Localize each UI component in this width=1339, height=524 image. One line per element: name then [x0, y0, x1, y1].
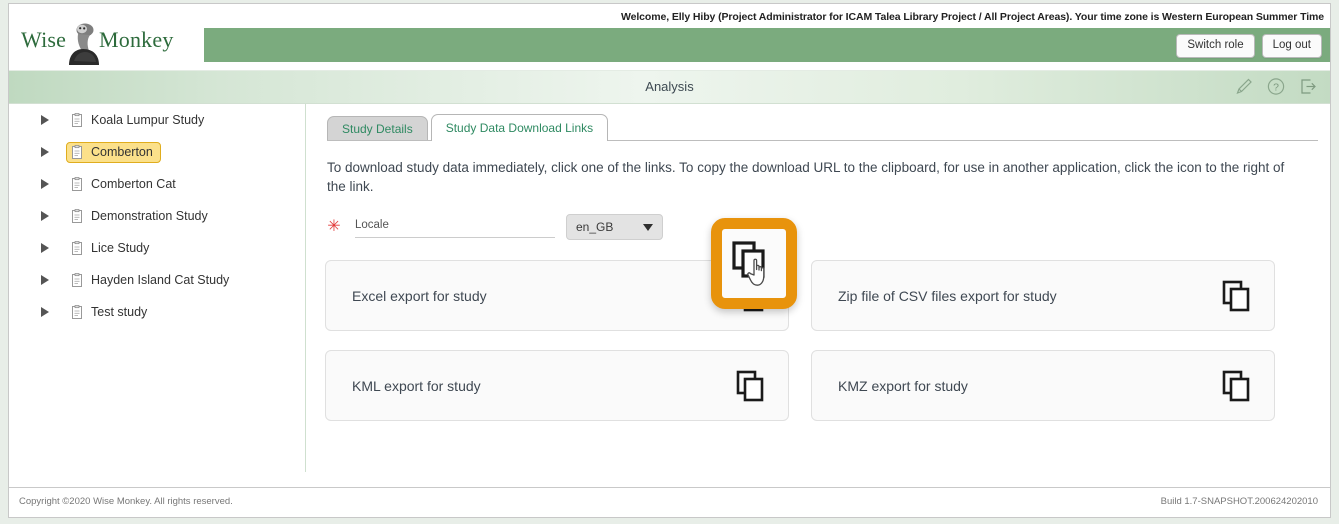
chevron-down-icon[interactable] — [643, 223, 653, 231]
study-icon — [72, 208, 82, 223]
expand-arrow-icon[interactable] — [41, 275, 49, 285]
help-icon[interactable]: ? — [1266, 76, 1286, 97]
build-version-text: Build 1.7-SNAPSHOT.200624202010 — [1160, 496, 1318, 507]
locale-selected-value: en_GB — [576, 220, 614, 235]
export-card-kml[interactable]: KML export for study — [325, 350, 789, 422]
page-title: Analysis — [645, 79, 694, 94]
app-header: Wise Monkey Welcome, Elly Hiby (Project … — [9, 4, 1330, 70]
switch-role-button[interactable]: Switch role — [1176, 34, 1255, 58]
svg-text:?: ? — [1273, 82, 1279, 94]
required-marker-icon: ✳ — [327, 218, 341, 236]
log-out-button[interactable]: Log out — [1261, 34, 1322, 58]
study-icon — [72, 176, 82, 191]
sidebar-item-label: Comberton Cat — [91, 177, 176, 191]
application-window: Wise Monkey Welcome, Elly Hiby (Project … — [0, 0, 1339, 524]
expand-arrow-icon[interactable] — [41, 307, 49, 317]
welcome-message: Welcome, Elly Hiby (Project Administrato… — [620, 11, 1324, 23]
sidebar-item-demonstration-study[interactable]: Demonstration Study — [9, 200, 305, 232]
study-tree-sidebar: Koala Lumpur Study Comberton Comberton C… — [9, 104, 306, 472]
locale-field-row: ✳ Locale en_GB — [325, 212, 1330, 242]
locale-label: Locale — [355, 219, 389, 232]
export-card-label: Excel export for study — [352, 287, 487, 304]
section-title-bar: Analysis ? — [9, 70, 1330, 104]
study-icon — [72, 272, 82, 287]
page-frame: Wise Monkey Welcome, Elly Hiby (Project … — [8, 3, 1331, 518]
locale-select[interactable]: en_GB — [566, 214, 663, 241]
export-card-label: KML export for study — [352, 377, 481, 394]
sidebar-item-comberton-cat[interactable]: Comberton Cat — [9, 168, 305, 200]
sidebar-item-lice-study[interactable]: Lice Study — [9, 232, 305, 264]
tab-bar: Study Details Study Data Download Links — [327, 113, 1330, 141]
tab-row: Study Details Study Data Download Links — [327, 113, 1330, 141]
copy-url-icon[interactable] — [734, 279, 768, 313]
app-footer: Copyright ©2020 Wise Monkey. All rights … — [9, 487, 1330, 516]
sidebar-item-label: Hayden Island Cat Study — [91, 273, 230, 287]
locale-label-wrapper: Locale — [355, 216, 555, 239]
sidebar-item-label: Koala Lumpur Study — [91, 113, 205, 127]
sidebar-item-label: Comberton — [91, 145, 153, 159]
sidebar-item-content: Koala Lumpur Study — [66, 110, 212, 131]
sidebar-item-test-study[interactable]: Test study — [9, 296, 305, 328]
sidebar-item-label: Lice Study — [91, 241, 150, 255]
copy-url-icon[interactable] — [734, 369, 768, 403]
tab-study-data-download-links[interactable]: Study Data Download Links — [430, 113, 609, 141]
expand-arrow-icon[interactable] — [41, 243, 49, 253]
sidebar-item-label: Test study — [91, 305, 148, 319]
export-card-label: Zip file of CSV files export for study — [838, 287, 1057, 304]
study-icon — [72, 240, 82, 255]
expand-arrow-icon[interactable] — [41, 147, 49, 157]
study-icon — [72, 144, 82, 159]
header-green-band — [204, 28, 1330, 62]
export-card-excel[interactable]: Excel export for study — [325, 260, 789, 332]
exit-icon[interactable] — [1298, 76, 1318, 97]
content-panel: Study Details Study Data Download Links … — [307, 104, 1330, 487]
locale-underline — [355, 237, 555, 239]
export-links-grid: Excel export for study Zip file of CSV f… — [325, 218, 1293, 422]
pencil-icon[interactable] — [1234, 76, 1254, 97]
expand-arrow-icon[interactable] — [41, 115, 49, 125]
expand-arrow-icon[interactable] — [41, 179, 49, 189]
sidebar-item-content: Comberton Cat — [66, 174, 184, 195]
copy-url-icon[interactable] — [1220, 369, 1254, 403]
sidebar-item-koala-lumpur-study[interactable]: Koala Lumpur Study — [9, 104, 305, 136]
title-bar-icon-group: ? — [1234, 76, 1318, 97]
sidebar-item-content: Test study — [66, 302, 155, 323]
instructions-text: To download study data immediately, clic… — [327, 160, 1285, 195]
export-card-label: KMZ export for study — [838, 377, 968, 394]
main-body: Koala Lumpur Study Comberton Comberton C… — [9, 104, 1330, 487]
expand-arrow-icon[interactable] — [41, 211, 49, 221]
tab-study-details[interactable]: Study Details — [327, 115, 428, 141]
sidebar-item-content: Lice Study — [66, 238, 157, 259]
sidebar-item-hayden-island-cat-study[interactable]: Hayden Island Cat Study — [9, 264, 305, 296]
study-icon — [72, 112, 82, 127]
copy-url-icon[interactable] — [1220, 279, 1254, 313]
sidebar-item-label: Demonstration Study — [91, 209, 208, 223]
sidebar-item-content: Demonstration Study — [66, 206, 216, 227]
copyright-text: Copyright ©2020 Wise Monkey. All rights … — [19, 496, 233, 507]
sidebar-item-comberton[interactable]: Comberton — [9, 136, 305, 168]
sidebar-item-content: Hayden Island Cat Study — [66, 270, 237, 291]
app-logo[interactable]: Wise Monkey — [17, 13, 182, 65]
logo-word-wise: Wise — [21, 27, 67, 52]
export-card-kmz[interactable]: KMZ export for study — [811, 350, 1275, 422]
logo-word-monkey: Monkey — [99, 27, 174, 52]
study-icon — [72, 304, 82, 319]
export-card-zip-csv[interactable]: Zip file of CSV files export for study — [811, 260, 1275, 332]
header-button-group: Switch role Log out — [1176, 34, 1322, 58]
sidebar-item-content-selected: Comberton — [66, 141, 161, 163]
